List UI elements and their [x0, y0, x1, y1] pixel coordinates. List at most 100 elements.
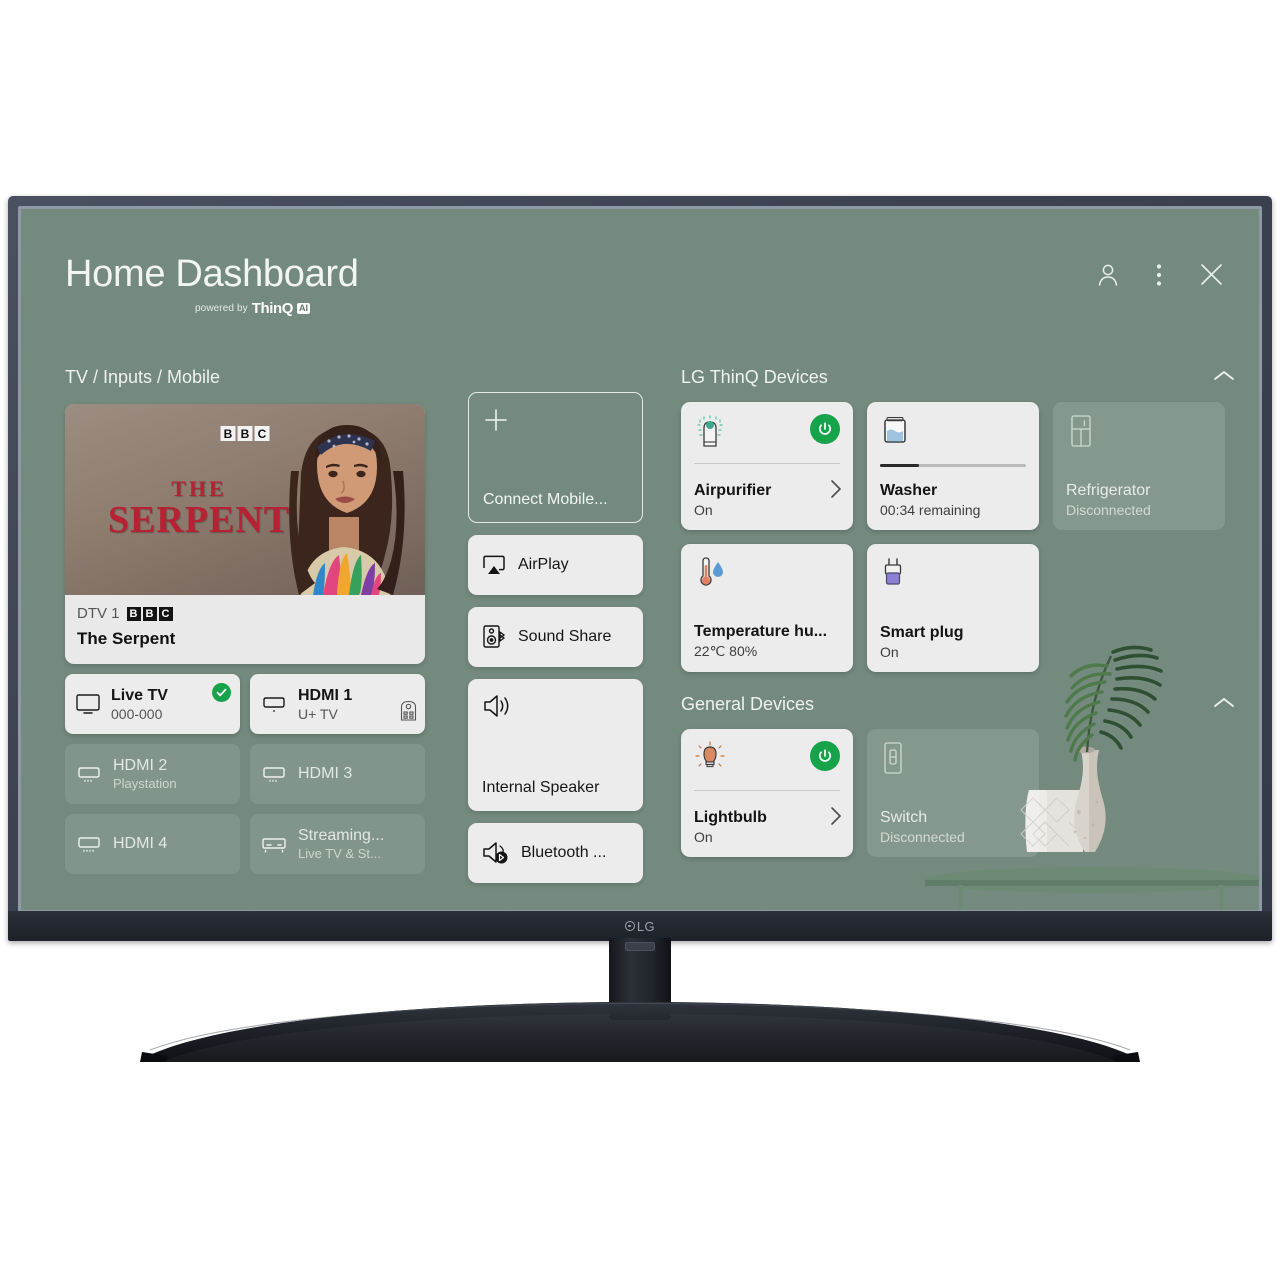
card-divider — [694, 463, 840, 464]
airplay-label: AirPlay — [518, 556, 569, 573]
device-label: Refrigerator — [1066, 482, 1151, 499]
air-purifier-icon — [697, 415, 723, 447]
input-tile-live-tv[interactable]: Live TV 000-000 — [65, 674, 240, 734]
power-toggle-button[interactable] — [810, 414, 840, 444]
airplay-icon — [483, 555, 505, 574]
sound-share-icon — [483, 625, 506, 648]
lg-brand-logo: LG — [624, 918, 656, 934]
lg-logo-text: LG — [636, 918, 656, 934]
refrigerator-icon — [1071, 415, 1091, 447]
channel-line: DTV 1 B B C — [77, 605, 413, 622]
input-tile-hdmi-4[interactable]: HDMI 4 — [65, 814, 240, 874]
thinq-section-header: LG ThinQ Devices — [681, 367, 1239, 388]
lightbulb-icon — [695, 741, 725, 768]
connect-mobile-button[interactable]: Connect Mobile... — [468, 392, 643, 523]
hdmi-icon — [78, 767, 100, 782]
programme-art-portrait — [289, 425, 405, 595]
speaker-icon — [484, 695, 509, 717]
washer-icon — [884, 417, 906, 443]
device-info: Lightbulb On — [694, 809, 840, 845]
device-label: Lightbulb — [694, 809, 767, 826]
bluetooth-device-label: Bluetooth ... — [521, 844, 607, 861]
switch-icon — [884, 742, 902, 774]
channel-logo-letter: C — [158, 606, 173, 621]
input-sublabel: U+ TV — [298, 705, 338, 722]
input-tile-hdmi-2[interactable]: HDMI 2 Playstation — [65, 744, 240, 804]
bbc-logo-overlay: B B C — [220, 426, 270, 441]
device-card-airpurifier[interactable]: Airpurifier On — [681, 402, 853, 530]
device-card-washer[interactable]: Washer 00:34 remaining — [867, 402, 1039, 530]
mobile-audio-column: Connect Mobile... AirPlay Sound Share In… — [468, 392, 643, 883]
device-card-refrigerator[interactable]: Refrigerator Disconnected — [1053, 402, 1225, 530]
general-section-title: General Devices — [681, 694, 815, 714]
device-card-temperature-humidity[interactable]: Temperature hu... 22℃ 80% — [681, 544, 853, 672]
internal-speaker-button[interactable]: Internal Speaker — [468, 679, 643, 811]
input-tile-hdmi-1[interactable]: HDMI 1 U+ TV — [250, 674, 425, 734]
sound-share-button[interactable]: Sound Share — [468, 607, 643, 667]
device-info: Temperature hu... 22℃ 80% — [694, 623, 840, 660]
input-label: Live TV — [111, 686, 168, 704]
card-divider — [694, 790, 840, 791]
device-label: Smart plug — [880, 624, 964, 641]
chevron-right-icon[interactable] — [830, 479, 842, 504]
device-info: Refrigerator Disconnected — [1066, 482, 1212, 518]
general-section-header: General Devices — [681, 694, 1239, 715]
bluetooth-speaker-icon — [483, 842, 508, 864]
more-options-icon[interactable] — [1156, 263, 1162, 287]
dashboard-header: Home Dashboard powered by ThinQ AI — [65, 255, 359, 317]
preview-metadata: DTV 1 B B C The Serpent — [65, 595, 425, 649]
tv-stand-port — [625, 942, 655, 951]
input-label: HDMI 3 — [298, 765, 353, 782]
header-actions — [1096, 261, 1225, 288]
device-label: Switch — [880, 809, 928, 826]
active-check-icon — [212, 683, 231, 702]
chevron-up-icon[interactable] — [1213, 369, 1235, 387]
plug-icon — [884, 558, 902, 585]
device-info: Smart plug On — [880, 624, 1026, 660]
device-state: 22℃ 80% — [694, 643, 758, 659]
input-label: HDMI 2 — [113, 757, 168, 774]
device-info: Switch Disconnected — [880, 809, 1026, 845]
profile-icon[interactable] — [1096, 262, 1120, 288]
device-state: Disconnected — [1066, 502, 1151, 518]
input-sublabel: 000-000 — [111, 705, 163, 722]
tv-unit: Home Dashboard powered by ThinQ AI TV / … — [8, 196, 1272, 941]
current-channel-preview-card[interactable]: B B C THE SERPENT DTV 1 B B C The Serpen… — [65, 404, 425, 664]
chevron-right-icon[interactable] — [830, 806, 842, 831]
home-dashboard: Home Dashboard powered by ThinQ AI TV / … — [21, 209, 1259, 910]
thinq-brand-label: ThinQ — [251, 300, 294, 317]
device-label: Temperature hu... — [694, 623, 828, 640]
programme-title: The Serpent — [77, 629, 176, 648]
washer-progress-bar — [880, 464, 1026, 467]
device-card-smart-plug[interactable]: Smart plug On — [867, 544, 1039, 672]
powered-by-label: powered by — [195, 303, 248, 314]
thermometer-icon — [700, 557, 723, 586]
sound-share-label: Sound Share — [518, 628, 612, 645]
input-label: HDMI 4 — [113, 835, 168, 852]
hdmi-icon — [78, 837, 100, 852]
power-toggle-button[interactable] — [810, 741, 840, 771]
connect-mobile-label: Connect Mobile... — [483, 491, 608, 508]
device-state: Disconnected — [880, 829, 965, 845]
monitor-icon — [76, 694, 100, 714]
input-tile-hdmi-3[interactable]: HDMI 3 — [250, 744, 425, 804]
general-device-grid: Lightbulb On Switch Disconnected — [681, 729, 1239, 857]
plus-icon — [483, 407, 509, 438]
channel-number: DTV 1 — [77, 605, 120, 622]
device-info: Airpurifier On — [694, 482, 840, 518]
device-state: On — [694, 502, 713, 518]
chevron-up-icon[interactable] — [1213, 696, 1235, 714]
device-card-lightbulb[interactable]: Lightbulb On — [681, 729, 853, 857]
device-info: Washer 00:34 remaining — [880, 482, 1026, 518]
device-card-switch[interactable]: Switch Disconnected — [867, 729, 1039, 857]
device-state: On — [880, 644, 899, 660]
input-sublabel: Playstation — [113, 776, 177, 791]
airplay-button[interactable]: AirPlay — [468, 535, 643, 595]
bluetooth-device-button[interactable]: Bluetooth ... — [468, 823, 643, 883]
close-icon[interactable] — [1198, 261, 1225, 288]
powered-by-thinq: powered by ThinQ AI — [195, 300, 359, 317]
input-tile-streaming[interactable]: Streaming... Live TV & St... — [250, 814, 425, 874]
washer-progress-fill — [880, 464, 920, 467]
device-label: Washer — [880, 482, 938, 499]
bbc-letter: B — [237, 426, 253, 441]
